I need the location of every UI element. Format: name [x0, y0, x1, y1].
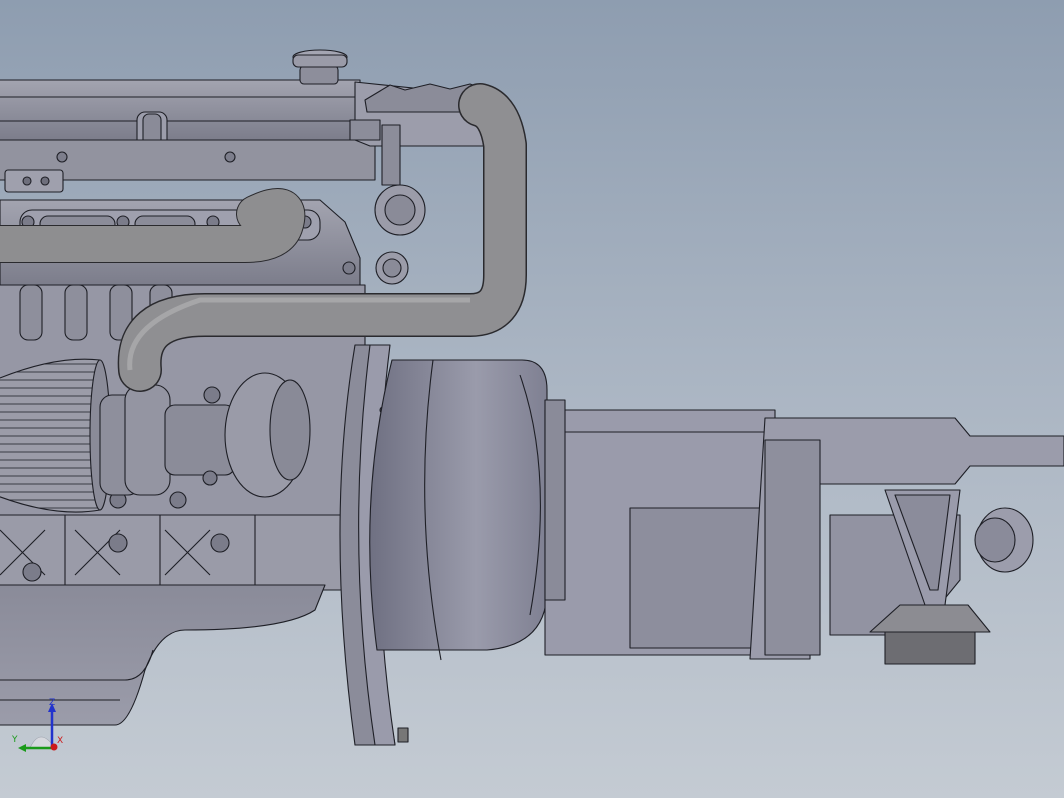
y-axis-label: Y — [12, 735, 18, 745]
z-axis-label: Z — [49, 698, 56, 708]
block-ribbing — [0, 514, 346, 591]
x-axis-label: X — [57, 736, 64, 746]
turbocharger[interactable] — [99, 372, 311, 498]
valve-cover[interactable] — [0, 79, 376, 193]
bellhousing[interactable] — [369, 359, 548, 661]
engine-transmission-model[interactable] — [0, 0, 1064, 798]
cad-graphics-viewport[interactable]: Z Y X — [0, 0, 1064, 798]
triad-arrows — [18, 703, 58, 752]
air-filter[interactable] — [0, 358, 111, 513]
coordinate-triad: Z Y X — [8, 696, 68, 756]
oil-filler-cap[interactable] — [292, 49, 348, 85]
timing-tensioners[interactable] — [374, 124, 426, 285]
